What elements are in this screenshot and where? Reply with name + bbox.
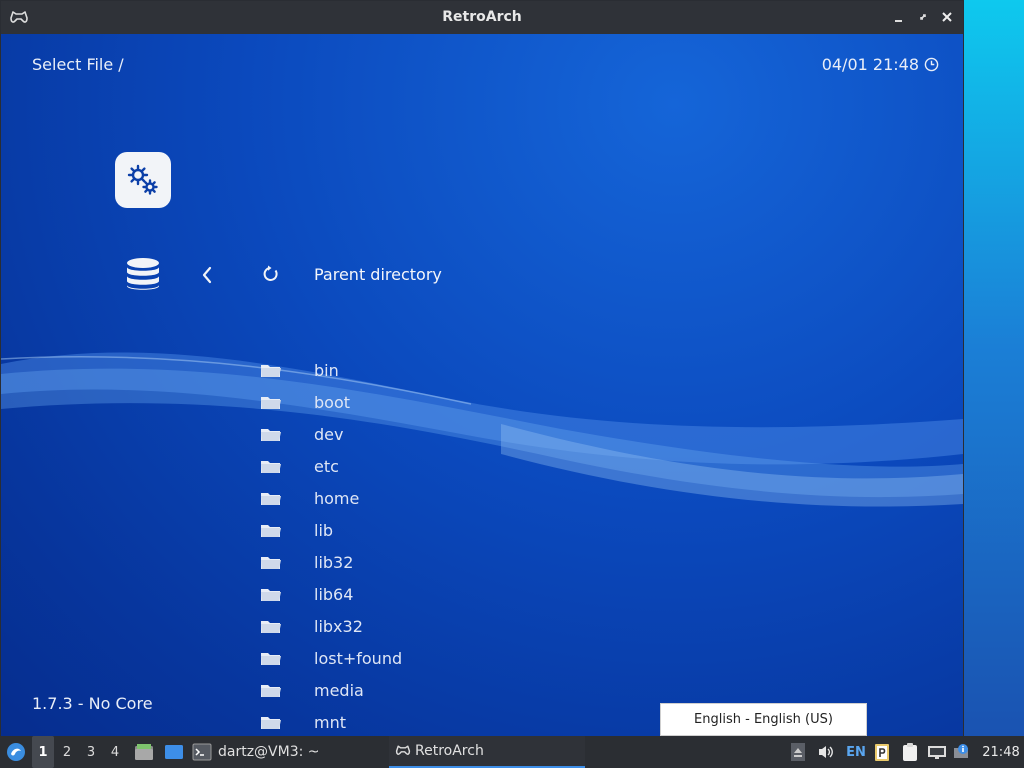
retroarch-task-icon — [395, 745, 411, 755]
folder-icon — [261, 685, 281, 697]
folder-label: media — [314, 680, 364, 700]
datetime-text: 04/01 21:48 — [821, 55, 919, 74]
parent-directory-label: Parent directory — [314, 264, 442, 284]
workspace-3[interactable]: 3 — [80, 736, 102, 768]
folder-icon — [261, 365, 281, 377]
window-titlebar[interactable]: RetroArch — [1, 1, 963, 34]
eject-tray-button[interactable] — [789, 736, 807, 768]
database-icon[interactable] — [125, 256, 161, 292]
version-label: 1.7.3 - No Core — [32, 694, 153, 713]
notes-button[interactable] — [899, 736, 921, 768]
back-arrow-icon[interactable] — [198, 264, 216, 286]
folder-entry[interactable]: dev — [259, 422, 343, 446]
terminal-task-label: dartz@VM3: ~ — [218, 744, 320, 760]
workspace-switcher: 1234 — [32, 736, 128, 768]
folder-icon — [261, 493, 281, 505]
keyboard-layout-indicator[interactable]: EN — [845, 736, 867, 768]
keyboard-layout-tooltip: English - English (US) — [660, 703, 867, 736]
desktop-icon — [165, 745, 183, 759]
folder-label: libx32 — [314, 616, 363, 636]
minimize-icon — [895, 20, 902, 22]
network-button[interactable] — [926, 736, 948, 768]
start-menu-button[interactable] — [4, 736, 28, 768]
close-button[interactable] — [937, 7, 957, 27]
folder-entry[interactable]: etc — [259, 454, 339, 478]
maximize-button[interactable] — [913, 7, 933, 27]
maximize-icon — [920, 14, 926, 20]
lubuntu-logo-icon — [7, 743, 25, 761]
volume-button[interactable] — [815, 736, 837, 768]
folder-label: home — [314, 488, 360, 508]
folder-label: mnt — [314, 712, 346, 732]
retroarch-task-label: RetroArch — [415, 743, 484, 759]
folder-entry[interactable]: mnt — [259, 710, 346, 734]
folder-entry[interactable]: lib — [259, 518, 333, 542]
folder-entry[interactable]: lost+found — [259, 646, 402, 670]
workspace-4[interactable]: 4 — [104, 736, 126, 768]
datetime-display: 04/01 21:48 — [822, 55, 939, 74]
folder-label: lib64 — [314, 584, 354, 604]
folder-label: boot — [314, 392, 351, 412]
clipboard-icon — [903, 743, 917, 761]
wave-background — [1, 352, 963, 507]
folder-icon — [261, 621, 281, 633]
folder-label: lib — [314, 520, 334, 540]
folder-entry[interactable]: media — [259, 678, 364, 702]
settings-tab[interactable] — [115, 152, 171, 208]
workspace-1[interactable]: 1 — [32, 736, 54, 768]
clipboard-p-icon — [875, 744, 889, 761]
workspace-2[interactable]: 2 — [56, 736, 78, 768]
folder-entry[interactable]: bin — [259, 358, 339, 382]
file-manager-icon — [135, 744, 153, 760]
notification-button[interactable] — [952, 736, 972, 768]
terminal-icon — [192, 743, 212, 761]
folder-icon — [261, 653, 281, 665]
taskbar-item-retroarch[interactable]: RetroArch — [389, 736, 585, 768]
folder-entry[interactable]: boot — [259, 390, 350, 414]
parent-directory-entry[interactable]: Parent directory — [259, 262, 442, 286]
folder-entry[interactable]: lib32 — [259, 550, 353, 574]
menu-content: Select File / 04/01 21:48 Parent directo… — [1, 34, 963, 736]
location-header: Select File / — [32, 55, 124, 74]
show-desktop-button[interactable] — [162, 736, 186, 768]
gears-icon — [127, 164, 158, 195]
info-icon — [954, 744, 968, 758]
refresh-icon — [263, 265, 278, 281]
folder-icon — [261, 589, 281, 601]
folder-icon — [261, 557, 281, 569]
clipboard-manager-button[interactable] — [872, 736, 892, 768]
folder-icon — [261, 717, 281, 729]
folder-entry[interactable]: home — [259, 486, 359, 510]
folder-label: lib32 — [314, 552, 354, 572]
network-icon — [928, 746, 946, 759]
folder-entry[interactable]: lib64 — [259, 582, 353, 606]
window-title: RetroArch — [442, 9, 522, 25]
folder-icon — [261, 397, 281, 409]
taskbar: 1234 dartz@VM3: ~ RetroArch EN 21:48 — [0, 736, 1024, 768]
folder-label: etc — [314, 456, 339, 476]
folder-label: bin — [314, 360, 339, 380]
folder-icon — [261, 525, 281, 537]
folder-label: lost+found — [314, 648, 403, 668]
retroarch-window: RetroArch Select File / 04/01 21:48 Pare… — [0, 0, 964, 736]
folder-label: dev — [314, 424, 344, 444]
folder-icon — [261, 461, 281, 473]
minimize-button[interactable] — [889, 7, 909, 27]
taskbar-item-terminal[interactable]: dartz@VM3: ~ — [192, 736, 372, 768]
taskbar-clock[interactable]: 21:48 — [980, 736, 1022, 768]
file-manager-launcher[interactable] — [132, 736, 156, 768]
volume-icon — [819, 746, 833, 758]
eject-icon — [791, 743, 805, 761]
folder-entry[interactable]: libx32 — [259, 614, 363, 638]
folder-icon — [261, 429, 281, 441]
close-icon — [942, 12, 952, 22]
clock-icon — [924, 57, 939, 72]
